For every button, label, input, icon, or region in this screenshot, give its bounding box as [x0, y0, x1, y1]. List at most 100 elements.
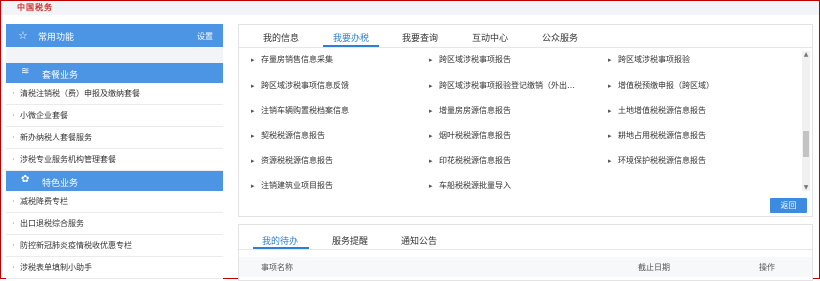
service-link-label: 跨区域涉税事项报验: [618, 55, 690, 64]
category-header-package[interactable]: ≋ 套餐业务: [6, 63, 223, 83]
service-links-grid: ▸ 存量房销售信息采集 ▸ 跨区域涉税事项报告 ▸ 跨区域涉税事项报验 ▸ 跨区域涉税事…: [239, 49, 799, 192]
arrow-right-icon: ▸: [251, 82, 255, 90]
scroll-down-icon[interactable]: ▼: [802, 184, 810, 191]
bullet-icon: ·: [12, 111, 15, 120]
bullet-icon: ·: [12, 197, 15, 206]
column-header-deadline: 截止日期: [638, 263, 670, 272]
service-link-label: 增值税预缴申报（跨区域）: [618, 81, 714, 90]
service-link[interactable]: ▸ 跨区域涉税事项报告: [429, 54, 511, 65]
service-link[interactable]: ▸ 印花税税源信息报告: [429, 155, 511, 166]
service-link[interactable]: ▸ 契税税源信息报告: [251, 130, 325, 141]
sidebar-item[interactable]: · 减税降费专栏: [6, 191, 223, 213]
sidebar-item[interactable]: · 清税注销税（费）申报及缴纳套餐: [6, 83, 223, 105]
bullet-icon: ·: [12, 219, 15, 228]
tab-notice[interactable]: 通知公告: [401, 234, 437, 247]
tab-public-service[interactable]: 公众服务: [542, 31, 578, 44]
service-link-label: 契税税源信息报告: [261, 131, 325, 140]
tab-tax-handling[interactable]: 我要办税: [333, 31, 369, 44]
settings-link[interactable]: 设置: [197, 31, 213, 42]
service-link[interactable]: ▸ 环境保护税税源信息报告: [608, 155, 706, 166]
sidebar-item-label: 新办纳税人套餐服务: [20, 133, 92, 142]
service-link-label: 环境保护税税源信息报告: [618, 156, 706, 165]
common-functions-title: 常用功能: [38, 33, 75, 43]
arrow-right-icon: ▸: [429, 157, 433, 165]
service-link[interactable]: ▸ 存量房销售信息采集: [251, 54, 333, 65]
service-link[interactable]: ▸ 资源税税源信息报告: [251, 155, 333, 166]
service-link[interactable]: ▸ 耕地占用税税源信息报告: [608, 130, 706, 141]
sidebar-item-label: 减税降费专栏: [20, 197, 68, 206]
service-link-label: 跨区域涉税事项信息反馈: [261, 81, 349, 90]
service-link[interactable]: ▸ 跨区域涉税事项信息反馈: [251, 80, 349, 91]
sidebar-item[interactable]: · 涉税表单填制小助手: [6, 257, 223, 279]
sidebar-item-label: 涉税表单填制小助手: [20, 263, 92, 272]
top-bar: 中国税务: [1, 1, 819, 15]
arrow-right-icon: ▸: [608, 157, 612, 165]
sidebar-item[interactable]: · 出口退税综合服务: [6, 213, 223, 235]
sidebar-item[interactable]: · 小微企业套餐: [6, 105, 223, 127]
arrow-right-icon: ▸: [251, 157, 255, 165]
category-title: 特色业务: [42, 179, 79, 189]
sidebar-item[interactable]: · 防控新冠肺炎疫情税收优惠专栏: [6, 235, 223, 257]
tab-interaction[interactable]: 互动中心: [472, 31, 508, 44]
service-link[interactable]: ▸ 增量房房源信息报告: [429, 105, 511, 116]
arrow-right-icon: ▸: [251, 132, 255, 140]
service-link[interactable]: ▸ 注销车辆购置税档案信息: [251, 105, 349, 116]
service-link[interactable]: ▸ 土地增值税税源信息报告: [608, 105, 706, 116]
active-tab-underline: [323, 45, 379, 47]
sidebar-item-label: 防控新冠肺炎疫情税收优惠专栏: [20, 241, 132, 250]
sidebar-item-label: 清税注销税（费）申报及缴纳套餐: [20, 89, 140, 98]
scroll-thumb[interactable]: [803, 131, 809, 157]
arrow-right-icon: ▸: [608, 56, 612, 64]
back-button[interactable]: 返回: [770, 198, 807, 213]
column-header-name: 事项名称: [261, 263, 293, 272]
tab-query[interactable]: 我要查询: [402, 31, 438, 44]
arrow-right-icon: ▸: [608, 107, 612, 115]
sidebar-item[interactable]: · 涉税专业服务机构管理套餐: [6, 149, 223, 171]
service-link[interactable]: ▸ 跨区域涉税事项报验: [608, 54, 690, 65]
arrow-right-icon: ▸: [429, 107, 433, 115]
common-functions-header: ☆ 常用功能 设置: [6, 24, 223, 47]
arrow-right-icon: ▸: [429, 132, 433, 140]
main-panel: 我的信息 我要办税 我要查询 互动中心 公众服务 ▸ 存量房销售信息采集 ▸ 跨区域…: [238, 24, 813, 217]
tab-service-reminder[interactable]: 服务提醒: [332, 234, 368, 247]
service-link[interactable]: ▸ 跨区域涉税事项报验登记缴销（外出…: [429, 80, 575, 91]
arrow-right-icon: ▸: [251, 182, 255, 190]
arrow-right-icon: ▸: [608, 132, 612, 140]
scroll-up-icon[interactable]: ▲: [802, 51, 810, 58]
category-header-featured[interactable]: ✿ 特色业务: [6, 171, 223, 191]
service-link-label: 跨区域涉税事项报告: [439, 55, 511, 64]
service-link-label: 土地增值税税源信息报告: [618, 106, 706, 115]
service-link-label: 存量房销售信息采集: [261, 55, 333, 64]
sidebar-item-label: 小微企业套餐: [20, 111, 68, 120]
main-tabs: 我的信息 我要办税 我要查询 互动中心 公众服务: [239, 25, 812, 48]
column-header-action: 操作: [759, 263, 775, 272]
bullet-icon: ·: [12, 89, 15, 98]
star-icon: ☆: [18, 29, 28, 42]
service-link-label: 增量房房源信息报告: [439, 106, 511, 115]
flower-icon: ✿: [21, 174, 30, 185]
todo-panel: 我的待办 服务提醒 通知公告 事项名称 截止日期 操作: [238, 224, 813, 281]
category-title: 套餐业务: [42, 71, 79, 81]
sidebar-item[interactable]: · 新办纳税人套餐服务: [6, 127, 223, 149]
vertical-scrollbar[interactable]: ▲ ▼: [802, 51, 810, 191]
sidebar: ☆ 常用功能 设置 ≋ 套餐业务 · 清税注销税（费）申报及缴纳套餐 · 小微企业套…: [6, 24, 223, 279]
tab-my-todo[interactable]: 我的待办: [262, 234, 298, 247]
arrow-right-icon: ▸: [608, 82, 612, 90]
arrow-right-icon: ▸: [251, 56, 255, 64]
service-link[interactable]: ▸ 烟叶税税源信息报告: [429, 130, 511, 141]
todo-table-header: 事项名称 截止日期 操作: [239, 257, 812, 277]
service-link-label: 跨区域涉税事项报验登记缴销（外出…: [439, 81, 575, 90]
sidebar-item-label: 出口退税综合服务: [20, 219, 84, 228]
tab-my-info[interactable]: 我的信息: [263, 31, 299, 44]
active-tab-underline: [253, 247, 309, 249]
service-link-label: 注销建筑业项目报告: [261, 181, 333, 190]
service-link[interactable]: ▸ 增值税预缴申报（跨区域）: [608, 80, 714, 91]
service-link[interactable]: ▸ 车船税税源批量导入: [429, 180, 511, 191]
service-link[interactable]: ▸ 注销建筑业项目报告: [251, 180, 333, 191]
service-link-label: 注销车辆购置税档案信息: [261, 106, 349, 115]
arrow-right-icon: ▸: [429, 56, 433, 64]
todo-tabs: 我的待办 服务提醒 通知公告: [239, 225, 812, 250]
arrow-right-icon: ▸: [251, 107, 255, 115]
service-link-label: 印花税税源信息报告: [439, 156, 511, 165]
sidebar-gap: [6, 47, 223, 63]
